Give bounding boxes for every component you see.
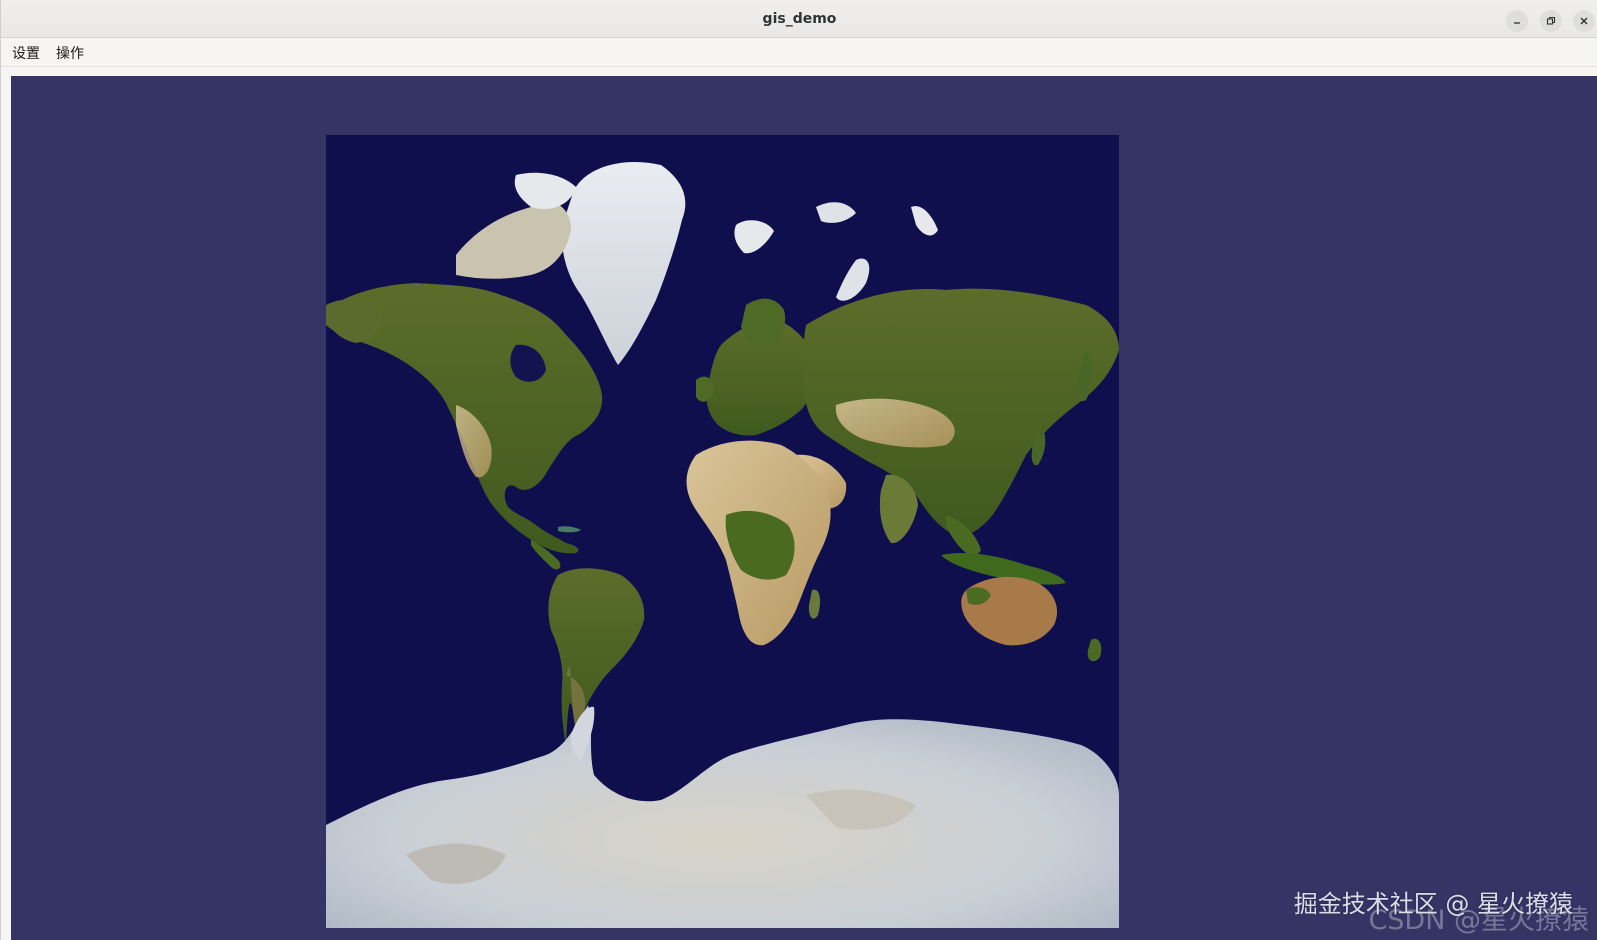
minimize-icon: [1512, 16, 1522, 26]
caribbean-islands: [558, 526, 581, 533]
franz-josef-land: [816, 202, 856, 223]
menu-operations[interactable]: 操作: [56, 43, 84, 63]
new-zealand: [1087, 638, 1102, 662]
map-canvas[interactable]: [11, 76, 1597, 940]
minimize-button[interactable]: [1506, 10, 1528, 32]
restore-icon: [1546, 16, 1556, 26]
australia: [961, 576, 1058, 646]
title-bar[interactable]: gis_demo: [1, 0, 1597, 38]
greenland-landmass: [561, 162, 686, 365]
arctic-islands: [456, 201, 571, 279]
severnaya-zemlya: [911, 206, 938, 236]
world-map-image[interactable]: [326, 135, 1119, 928]
close-icon: [1579, 16, 1589, 26]
window-title: gis_demo: [762, 11, 837, 27]
close-button[interactable]: [1573, 10, 1595, 32]
south-america: [548, 568, 645, 745]
menu-settings[interactable]: 设置: [12, 43, 40, 63]
menu-bar: 设置 操作: [1, 38, 1597, 67]
app-window: gis_demo 设置 操作 CSDN @星火撩猿 掘金技术社区 @ 星火撩猿: [0, 0, 1597, 940]
arctic-islands-ice: [514, 172, 576, 209]
svalbard: [734, 220, 774, 254]
madagascar: [808, 589, 820, 619]
novaya-zemlya: [836, 258, 870, 301]
antarctica: [326, 705, 1119, 928]
maximize-button[interactable]: [1540, 10, 1562, 32]
